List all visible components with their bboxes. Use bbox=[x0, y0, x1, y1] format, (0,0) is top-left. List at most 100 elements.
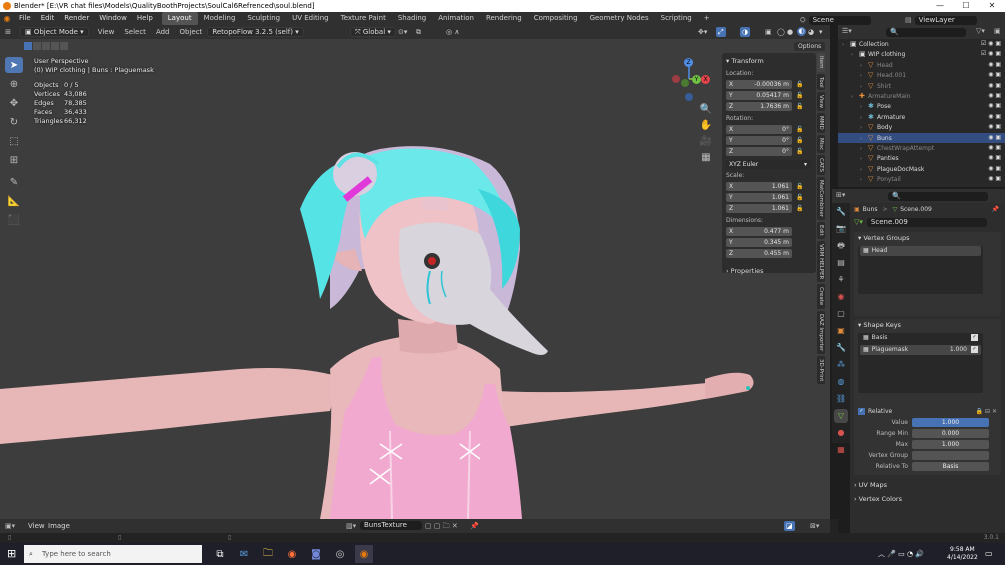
ortho-toggle-icon[interactable]: ▦ bbox=[697, 149, 715, 165]
menu-window[interactable]: Window bbox=[94, 12, 132, 25]
add-menu[interactable]: Add bbox=[151, 25, 175, 39]
transform-tool-icon[interactable]: ⊞ bbox=[5, 152, 23, 168]
breadcrumb-object[interactable]: Buns bbox=[863, 206, 878, 213]
dimensions-z-field[interactable]: Z 0.455 m bbox=[726, 249, 792, 258]
visibility-icon[interactable]: ☑ ◉ ▣ bbox=[981, 49, 1001, 59]
discord-icon[interactable]: ◙ bbox=[307, 545, 325, 563]
lock-icon[interactable]: 🔓 bbox=[794, 103, 806, 110]
image-menu[interactable]: Image bbox=[48, 519, 70, 533]
constraints-tab-icon[interactable]: ⛓ bbox=[834, 392, 848, 406]
select-subtract-icon[interactable] bbox=[42, 42, 50, 50]
rotation-y-field[interactable]: Y 0° bbox=[726, 136, 792, 145]
properties-editor-icon[interactable]: ⊞▾ bbox=[836, 191, 845, 199]
gizmo-neg-x[interactable] bbox=[672, 75, 680, 83]
tab-shading[interactable]: Shading bbox=[392, 12, 432, 25]
expand-icon[interactable]: › bbox=[860, 175, 868, 185]
gizmo-toggle-icon[interactable]: ✥▾ bbox=[698, 25, 707, 39]
location-x-field[interactable]: X -0.00036 m bbox=[726, 80, 792, 89]
lock-icon[interactable]: 🔓 bbox=[794, 148, 806, 155]
tab-layout[interactable]: Layout bbox=[161, 12, 198, 25]
3d-viewport[interactable]: ➤ ⊕ ✥ ↻ ⬚ ⊞ ✎ 📐 ⬛ User Perspective (0) W… bbox=[0, 39, 830, 519]
minimize-button[interactable]: — bbox=[927, 0, 953, 12]
tab-modeling[interactable]: Modeling bbox=[198, 12, 242, 25]
select-intersect-icon[interactable] bbox=[60, 42, 68, 50]
scale-tool-icon[interactable]: ⬚ bbox=[5, 133, 23, 149]
sidebar-tab-mmd[interactable]: MMD bbox=[817, 113, 825, 134]
snap-icon[interactable]: ⧉ bbox=[416, 25, 421, 39]
outliner-item[interactable]: › ✱ Armature ◉ ▣ bbox=[838, 112, 1005, 122]
list-item[interactable]: ▦ Basis ✓ bbox=[860, 333, 981, 343]
shading-options-icon[interactable]: ▾ bbox=[819, 25, 823, 39]
select-tool-icon[interactable]: ➤ bbox=[5, 57, 23, 73]
rotate-tool-icon[interactable]: ↻ bbox=[5, 114, 23, 130]
add-workspace-button[interactable]: + bbox=[698, 12, 716, 25]
field-value[interactable]: 1.000 bbox=[912, 440, 989, 449]
shape-keys-list[interactable]: ▦ Basis ✓ ▦ Plaguemask 1.000 ✓ bbox=[858, 333, 983, 393]
scale-z-field[interactable]: Z 1.061 bbox=[726, 204, 792, 213]
uv-maps-header[interactable]: › UV Maps bbox=[850, 479, 1005, 491]
proportional-edit-icon[interactable]: ◎ ∧ bbox=[446, 25, 459, 39]
steam-icon[interactable]: ◎ bbox=[331, 545, 349, 563]
menu-help[interactable]: Help bbox=[132, 12, 158, 25]
outliner-item[interactable]: › ▽ PlagueDocMask ◉ ▣ bbox=[838, 164, 1005, 174]
sidebar-tab-view[interactable]: View bbox=[817, 92, 825, 112]
gizmo-x-axis[interactable]: X bbox=[701, 75, 710, 84]
sidebar-tab-vrm-helper[interactable]: VRM HELPER bbox=[817, 240, 825, 283]
annotate-tool-icon[interactable]: ✎ bbox=[5, 174, 23, 190]
retopoflow-dropdown[interactable]: RetopoFlow 3.2.5 (self) ▾ bbox=[207, 27, 304, 37]
texture-tab-icon[interactable]: ▦ bbox=[834, 443, 848, 457]
view-layer-name[interactable]: ViewLayer bbox=[914, 16, 977, 25]
editor-type-icon[interactable]: ⊞ bbox=[0, 25, 16, 39]
outliner-search-input[interactable]: 🔍 bbox=[886, 28, 966, 37]
visibility-icon[interactable]: ◉ ▣ bbox=[988, 91, 1001, 101]
image-channels-icon[interactable]: ⊠▾ bbox=[810, 519, 819, 533]
file-explorer-icon[interactable]: 🗀 bbox=[259, 545, 277, 563]
task-view-icon[interactable]: ⧉ bbox=[211, 545, 229, 563]
start-button-icon[interactable]: ⊞ bbox=[7, 548, 16, 560]
pivot-icon[interactable]: ⊙▾ bbox=[398, 25, 407, 39]
scene-name[interactable]: Scene bbox=[808, 16, 871, 25]
data-tab-icon[interactable]: ▽ bbox=[834, 409, 848, 423]
list-item[interactable]: ▦ Head bbox=[860, 246, 981, 256]
object-tab-icon[interactable]: ▣ bbox=[834, 324, 848, 338]
select-new-icon[interactable] bbox=[24, 42, 32, 50]
gizmo-y-axis[interactable]: Y bbox=[692, 75, 701, 84]
menu-render[interactable]: Render bbox=[59, 12, 94, 25]
blender-menu-icon[interactable]: ◉ bbox=[0, 12, 14, 25]
checkbox-icon[interactable]: ✓ bbox=[971, 346, 978, 353]
shading-rendered-icon[interactable]: ◕ bbox=[808, 25, 814, 39]
outliner-item[interactable]: › ▽ Shirt ◉ ▣ bbox=[838, 81, 1005, 91]
lock-icon[interactable]: 🔓 bbox=[794, 183, 806, 190]
rotation-mode-dropdown[interactable]: XYZ Euler ▾ bbox=[726, 160, 810, 169]
gizmo-z-axis[interactable]: Z bbox=[684, 58, 693, 67]
outliner-item[interactable]: › ✱ Pose ◉ ▣ bbox=[838, 101, 1005, 111]
visibility-icon[interactable]: ◉ ▣ bbox=[988, 164, 1001, 174]
collection-tab-icon[interactable]: ▢ bbox=[834, 307, 848, 321]
move-tool-icon[interactable]: ✥ bbox=[5, 95, 23, 111]
tab-texture-paint[interactable]: Texture Paint bbox=[335, 12, 392, 25]
navigation-gizmo[interactable]: Z Y X bbox=[670, 57, 710, 101]
tab-uv-editing[interactable]: UV Editing bbox=[286, 12, 335, 25]
pan-icon[interactable]: ✋ bbox=[697, 117, 715, 133]
location-z-field[interactable]: Z 1.7636 m bbox=[726, 102, 792, 111]
close-button[interactable]: ✕ bbox=[979, 0, 1005, 12]
visibility-icon[interactable]: ◉ ▣ bbox=[988, 101, 1001, 111]
filter-icon[interactable]: ▽▾ bbox=[976, 27, 985, 35]
visibility-icon[interactable]: ◉ ▣ bbox=[988, 174, 1001, 184]
properties-search-input[interactable]: 🔍 bbox=[888, 192, 988, 201]
visibility-icon[interactable]: ◉ ▣ bbox=[988, 143, 1001, 153]
notifications-icon[interactable]: ▭ bbox=[985, 549, 993, 558]
field-value[interactable]: 0.000 bbox=[912, 429, 989, 438]
visibility-icon[interactable]: ◉ ▣ bbox=[988, 133, 1001, 143]
scale-y-field[interactable]: Y 1.061 bbox=[726, 193, 792, 202]
gizmo-neg-y[interactable] bbox=[681, 79, 689, 87]
image-editor-type-icon[interactable]: ▣▾ bbox=[5, 519, 15, 533]
add-cube-tool-icon[interactable]: ⬛ bbox=[5, 212, 23, 228]
physics-tab-icon[interactable]: ◍ bbox=[834, 375, 848, 389]
shape-key-lock-icon[interactable]: 🔒 ⊟ ✕ bbox=[976, 408, 997, 415]
new-collection-icon[interactable]: ▣ bbox=[994, 27, 1001, 35]
sidebar-tab-edit[interactable]: Edit bbox=[817, 222, 825, 239]
particles-tab-icon[interactable]: ⁂ bbox=[834, 358, 848, 372]
pin-icon[interactable]: 📌 bbox=[992, 206, 999, 213]
shading-solid-icon[interactable]: ● bbox=[787, 25, 793, 39]
